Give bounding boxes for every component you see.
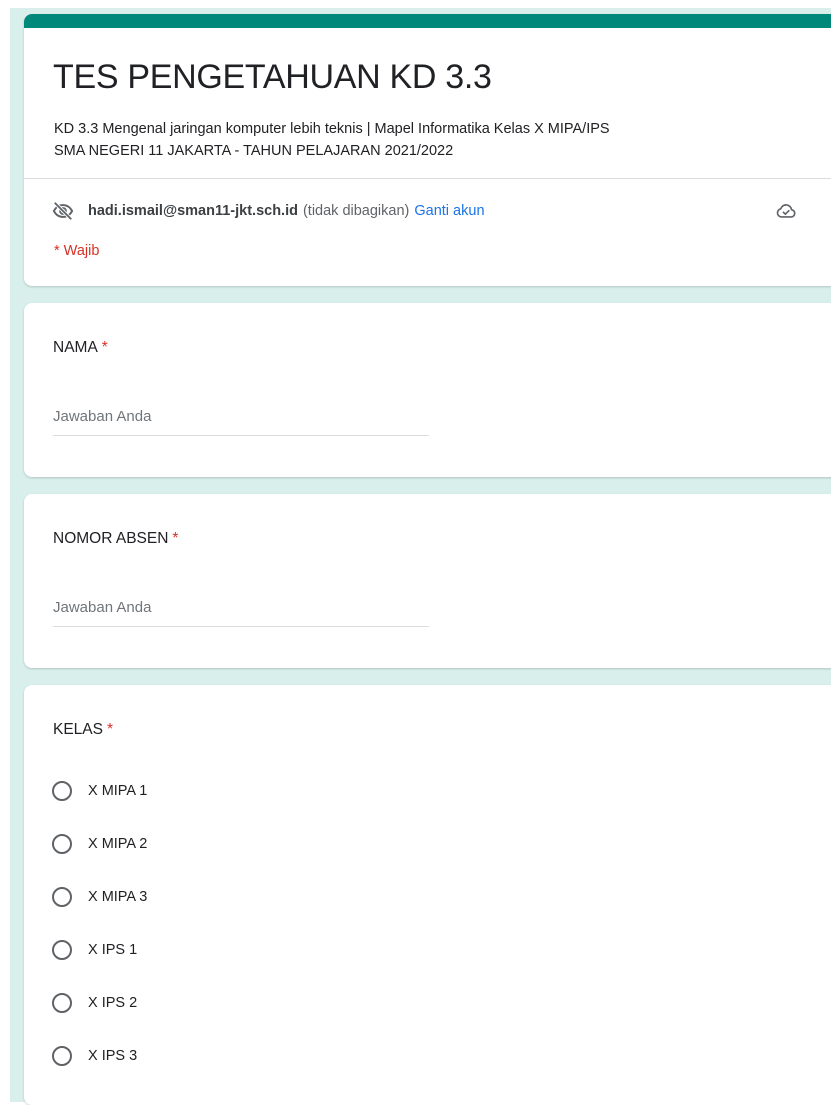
account-row: hadi.ismail@sman11-jkt.sch.id (tidak dib…	[52, 200, 485, 222]
radio-button[interactable]	[52, 887, 72, 907]
question-label: NAMA	[53, 339, 98, 356]
option-label: X IPS 1	[88, 942, 138, 958]
question-label: NOMOR ABSEN	[53, 530, 169, 547]
question-title: KELAS *	[53, 721, 113, 739]
question-title: NAMA *	[53, 339, 108, 357]
question-card-kelas: KELAS * X MIPA 1 X MIPA 2 X MIPA 3 X IPS …	[24, 685, 831, 1105]
nama-answer-input[interactable]	[53, 398, 429, 436]
radio-button[interactable]	[52, 1046, 72, 1066]
option-label: X MIPA 3	[88, 889, 148, 905]
radio-option-x-mipa-1[interactable]: X MIPA 1	[52, 778, 147, 804]
form-description: KD 3.3 Mengenal jaringan komputer lebih …	[54, 118, 814, 162]
option-label: X IPS 2	[88, 995, 138, 1011]
header-accent-bar	[24, 14, 831, 28]
question-title: NOMOR ABSEN *	[53, 530, 178, 548]
form-description-line-2: SMA NEGERI 11 JAKARTA - TAHUN PELAJARAN …	[54, 143, 454, 159]
question-card-nama: NAMA *	[24, 303, 831, 477]
eye-off-icon	[52, 200, 74, 222]
radio-option-x-ips-1[interactable]: X IPS 1	[52, 937, 137, 963]
radio-button[interactable]	[52, 993, 72, 1013]
option-label: X MIPA 2	[88, 836, 148, 852]
radio-option-x-ips-3[interactable]: X IPS 3	[52, 1043, 137, 1069]
required-asterisk: *	[101, 339, 108, 356]
required-asterisk: *	[106, 721, 114, 738]
option-label: X IPS 3	[88, 1048, 138, 1064]
radio-option-x-ips-2[interactable]: X IPS 2	[52, 990, 137, 1016]
account-email: hadi.ismail@sman11-jkt.sch.id	[88, 203, 298, 219]
radio-button[interactable]	[52, 781, 72, 801]
question-label: KELAS	[53, 721, 103, 738]
not-shared-label: (tidak dibagikan)	[302, 203, 410, 219]
question-card-nomor-absen: NOMOR ABSEN *	[24, 494, 831, 668]
option-label: X MIPA 1	[88, 783, 148, 799]
radio-option-x-mipa-2[interactable]: X MIPA 2	[52, 831, 147, 857]
form-title: TES PENGETAHUAN KD 3.3	[53, 58, 492, 96]
cloud-check-icon	[775, 200, 797, 222]
radio-button[interactable]	[52, 940, 72, 960]
radio-button[interactable]	[52, 834, 72, 854]
switch-account-link[interactable]: Ganti akun	[414, 203, 484, 219]
form-header-card: TES PENGETAHUAN KD 3.3 KD 3.3 Mengenal j…	[24, 14, 831, 286]
nomor-absen-answer-input[interactable]	[53, 589, 429, 627]
radio-option-x-mipa-3[interactable]: X MIPA 3	[52, 884, 147, 910]
header-divider	[24, 178, 831, 179]
required-asterisk: *	[172, 530, 179, 547]
required-note: * Wajib	[54, 243, 100, 259]
form-description-line-1: KD 3.3 Mengenal jaringan komputer lebih …	[54, 121, 610, 137]
